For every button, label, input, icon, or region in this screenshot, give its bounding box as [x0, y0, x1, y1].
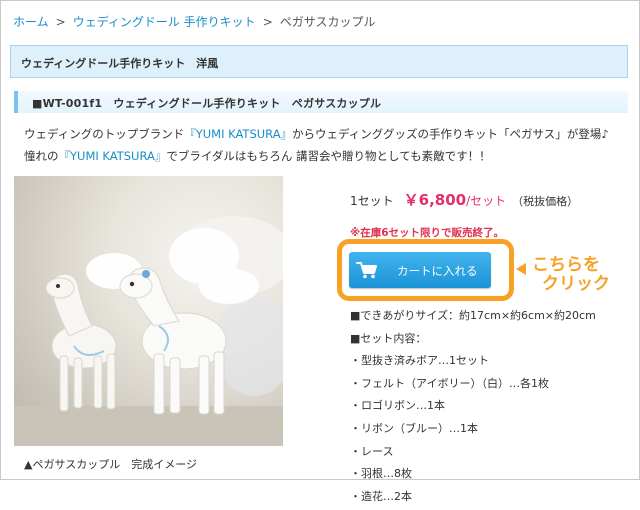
spec-item: ・リボン（ブルー）…1本 [350, 421, 478, 435]
spec-item: ・ロゴリボン…1本 [350, 399, 445, 413]
add-to-cart-button[interactable]: カートに入れる [349, 252, 491, 288]
spec-item: ・造花…2本 [350, 489, 412, 503]
image-caption: ▲ペガサスカップル 完成イメージ [24, 458, 198, 471]
category-bar: ウェディングドール手作りキット 洋風 [10, 45, 628, 78]
quantity-label: 1セット [350, 194, 394, 208]
product-description-line-1: ウェディングのトップブランド『YUMI KATSURA』からウェディンググッズの… [24, 126, 609, 142]
tax-note: （税抜価格） [512, 195, 579, 208]
desc-text: からウェディンググッズの手作りキット「ペガサス」が登場♪ [292, 127, 609, 141]
click-here-callout: こちらを クリック [532, 256, 610, 294]
arrow-left-icon [516, 263, 526, 275]
breadcrumb-separator: > [55, 15, 66, 29]
price-unit: /セット [466, 194, 507, 208]
callout-line-1: こちらを [532, 255, 600, 275]
add-to-cart-label: カートに入れる [397, 264, 478, 278]
price-value: ￥6,800 [403, 191, 467, 209]
price-row: 1セット ￥6,800/セット （税抜価格） [350, 189, 578, 210]
spec-item: ・レース [350, 444, 394, 458]
breadcrumb-current: ペガサスカップル [279, 15, 376, 29]
desc-text: でブライダルはもちろん 講習会や贈り物としても素敵です！！ [166, 149, 491, 163]
breadcrumb-separator: > [262, 15, 273, 29]
pegasus-couple-illustration [14, 216, 283, 446]
spec-item: ■できあがりサイズ：約17cm×約6cm×約20cm [350, 309, 596, 322]
spec-item: ■セット内容： [350, 331, 427, 345]
product-title: ■WT-001f1 ウェディングドール手作りキット ペガサスカップル [32, 97, 382, 110]
breadcrumb: ホーム > ウェディングドール 手作りキット > ペガサスカップル [13, 13, 376, 30]
brand-name: 『YUMI KATSURA』 [58, 149, 167, 163]
product-title-bar: ■WT-001f1 ウェディングドール手作りキット ペガサスカップル [14, 91, 628, 113]
desc-text: ウェディングのトップブランド [24, 127, 185, 141]
brand-name: 『YUMI KATSURA』 [184, 127, 293, 141]
product-image [14, 176, 283, 446]
spec-item: ・フェルト（アイボリー）（白）…各1枚 [350, 376, 549, 390]
spec-item: ・羽根…8枚 [350, 467, 412, 481]
desc-text: 憧れの [24, 149, 59, 163]
callout-line-2: クリック [542, 274, 610, 294]
category-title: ウェディングドール手作りキット 洋風 [21, 57, 219, 70]
stock-notice: ※在庫6セット限りで販売終了。 [350, 227, 505, 239]
breadcrumb-category-link[interactable]: ウェディングドール 手作りキット [73, 15, 256, 29]
spec-item: ・型抜き済みボア…1セット [350, 354, 489, 368]
product-description-line-2: 憧れの『YUMI KATSURA』でブライダルはもちろん 講習会や贈り物としても… [24, 148, 491, 164]
breadcrumb-home-link[interactable]: ホーム [13, 15, 49, 29]
shopping-cart-icon [356, 261, 378, 282]
